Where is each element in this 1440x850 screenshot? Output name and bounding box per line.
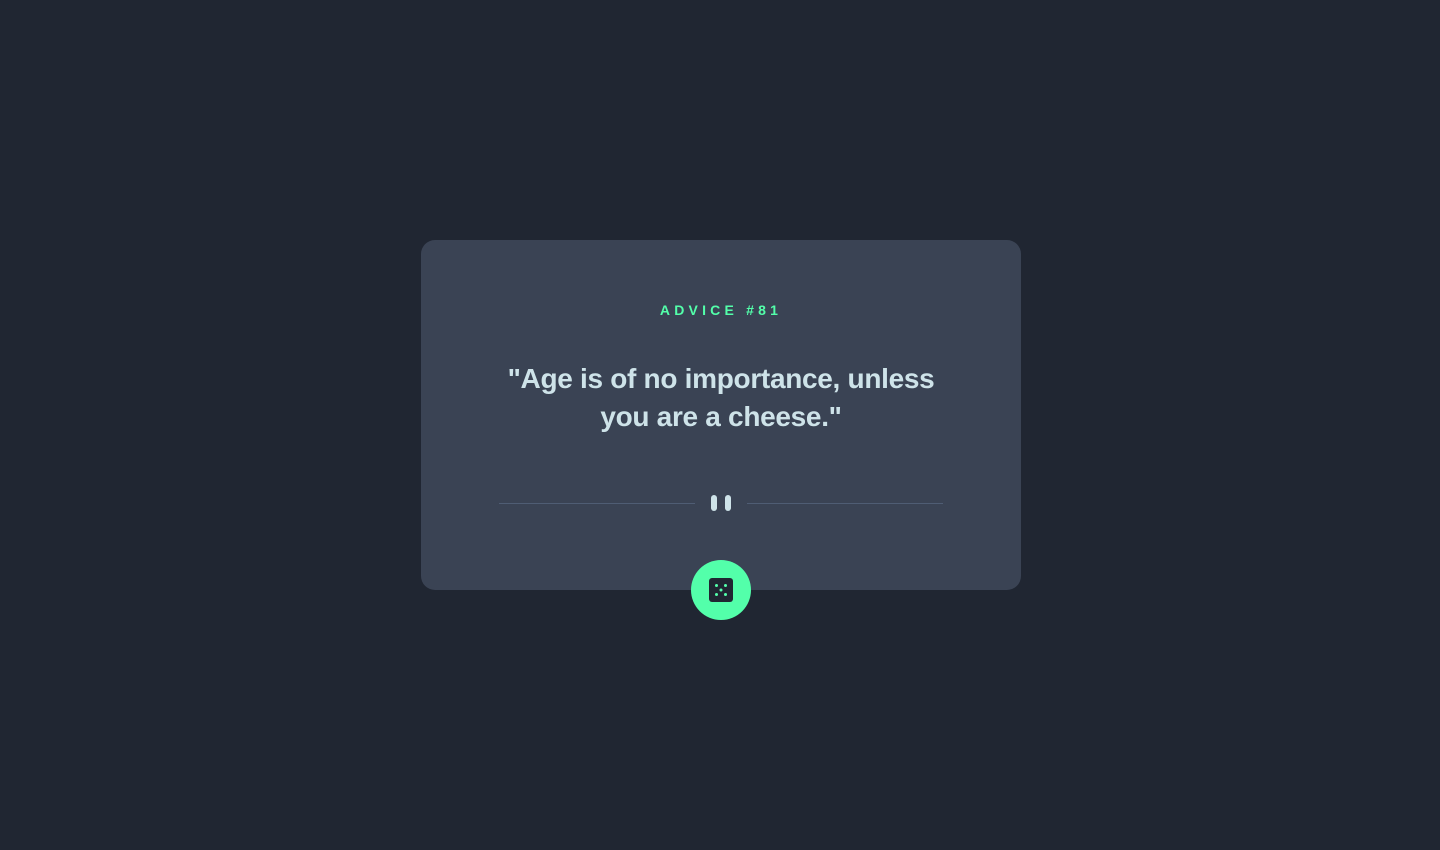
- divider-line-left: [499, 503, 695, 504]
- divider-line-right: [747, 503, 943, 504]
- generate-advice-button[interactable]: [691, 560, 751, 620]
- advice-quote: "Age is of no importance, unless you are…: [507, 363, 935, 432]
- pattern-divider: [499, 494, 943, 512]
- dice-icon: [709, 578, 733, 602]
- advice-number: ADVICE #81: [659, 302, 783, 318]
- pause-icon: [711, 495, 731, 511]
- advice-card: ADVICE #81 "Age is of no importance, unl…: [421, 240, 1021, 590]
